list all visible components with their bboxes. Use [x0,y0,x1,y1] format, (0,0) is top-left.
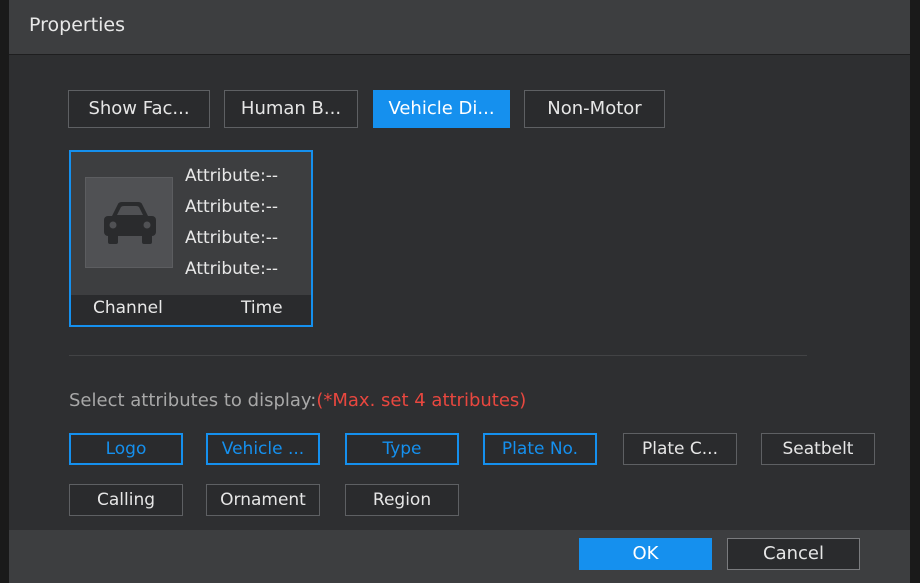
preview-attribute-1: Attribute:-- [185,166,279,186]
attribute-option-vehicle[interactable]: Vehicle ... [206,433,320,465]
tab-show-face[interactable]: Show Fac... [68,90,210,128]
dialog-title: Properties [29,14,126,36]
cancel-button[interactable]: Cancel [727,538,860,570]
attribute-option-logo[interactable]: Logo [69,433,183,465]
preview-time-label: Time [241,298,283,318]
preview-attribute-3: Attribute:-- [185,228,279,248]
ok-button[interactable]: OK [579,538,712,570]
attribute-select-prompt: Select attributes to display: [69,390,317,411]
attribute-option-type[interactable]: Type [345,433,459,465]
preview-attribute-4: Attribute:-- [185,259,279,279]
properties-dialog: Properties Show Fac... Human B... Vehicl… [9,0,910,583]
attribute-limit-note: (*Max. set 4 attributes) [316,390,527,411]
attribute-option-calling[interactable]: Calling [69,484,183,516]
attribute-option-ornament[interactable]: Ornament [206,484,320,516]
tab-human-body[interactable]: Human B... [224,90,358,128]
attribute-option-region[interactable]: Region [345,484,459,516]
vehicle-thumbnail [85,177,173,268]
preview-attribute-2: Attribute:-- [185,197,279,217]
attribute-option-plate-no[interactable]: Plate No. [483,433,597,465]
attribute-option-seatbelt[interactable]: Seatbelt [761,433,875,465]
window-edge [910,0,920,583]
preview-footer: Channel Time [71,295,311,325]
car-icon [104,202,156,244]
attribute-select-label: Select attributes to display:(*Max. set … [69,390,526,411]
attribute-option-plate-color[interactable]: Plate C... [623,433,737,465]
dialog-titlebar: Properties [9,0,910,55]
preview-channel-label: Channel [93,298,163,318]
tab-non-motor[interactable]: Non-Motor [524,90,665,128]
tab-vehicle-display[interactable]: Vehicle Di... [373,90,510,128]
vehicle-preview-card: Attribute:-- Attribute:-- Attribute:-- A… [69,150,313,327]
section-divider [69,355,807,356]
